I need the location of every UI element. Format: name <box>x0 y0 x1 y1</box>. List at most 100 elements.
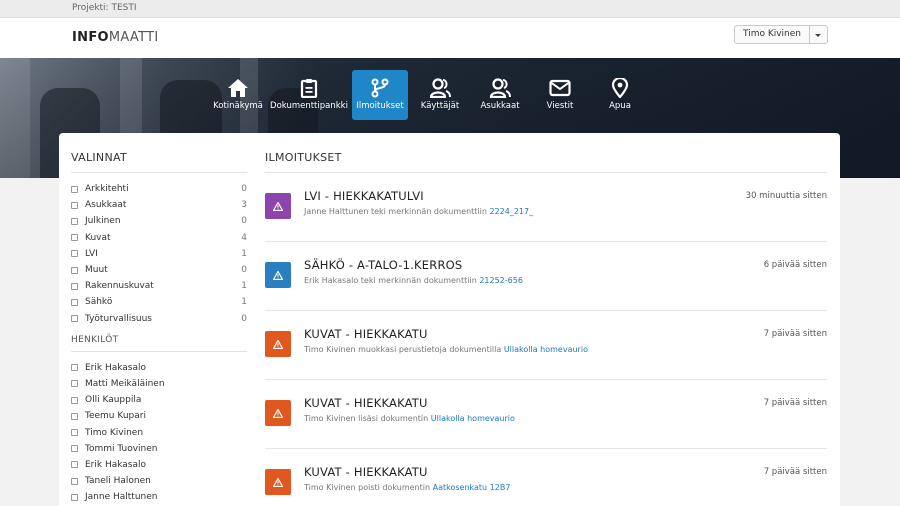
notification-time: 6 päivää sitten <box>763 260 827 270</box>
person-filter-item[interactable]: Janne Halttunen <box>71 489 247 505</box>
nav-viestit[interactable]: Viestit <box>532 70 588 120</box>
app-header: INFOMAATTI Timo Kivinen <box>0 18 900 58</box>
checkbox[interactable] <box>71 315 78 323</box>
filter-label: Sähkö <box>85 297 113 308</box>
user-name[interactable]: Timo Kivinen <box>735 26 810 43</box>
filter-label: Rakennuskuvat <box>85 281 154 292</box>
category-filter-item[interactable]: Työturvallisuus 0 <box>71 311 247 327</box>
checkbox[interactable] <box>71 185 78 193</box>
checkbox[interactable] <box>71 282 78 290</box>
nav-label: Viestit <box>546 101 574 111</box>
person-filter-item[interactable]: Tommi Tuovinen <box>71 441 247 457</box>
nav-asukkaat[interactable]: Asukkaat <box>472 70 528 120</box>
person-filter-item[interactable]: Taneli Halonen <box>71 473 247 489</box>
notification-item[interactable]: SÄHKÖ - A-TALO-1.KERROS Erik Hakasalo tek… <box>265 242 827 311</box>
nav-kayttajat[interactable]: Käyttäjät <box>412 70 468 120</box>
filter-count: 1 <box>241 297 247 308</box>
project-label: Projekti: TESTI <box>72 3 137 13</box>
checkbox[interactable] <box>71 477 78 485</box>
filter-count: 1 <box>241 281 247 292</box>
users-icon <box>429 78 451 98</box>
notification-title[interactable]: LVI - HIEKKAKATULVI <box>304 189 424 203</box>
notification-title[interactable]: KUVAT - HIEKKAKATU <box>304 396 428 410</box>
category-filter-list: Arkkitehti 0 Asukkaat 3 Julkinen 0 Kuvat 4 LVI 1 M… <box>71 181 247 327</box>
notification-title[interactable]: SÄHKÖ - A-TALO-1.KERROS <box>304 258 462 272</box>
category-filter-item[interactable]: Kuvat 4 <box>71 230 247 246</box>
filter-count: 1 <box>241 248 247 259</box>
person-name: Timo Kivinen <box>85 427 144 438</box>
logo-bold: INFO <box>72 30 109 45</box>
project-bar: Projekti: TESTI <box>0 0 900 18</box>
checkbox[interactable] <box>71 445 78 453</box>
document-link[interactable]: 2224_217_ <box>489 207 533 216</box>
notification-item[interactable]: LVI - HIEKKAKATULVI Janne Halttunen teki … <box>265 173 827 242</box>
notification-item[interactable]: KUVAT - HIEKKAKATU Timo Kivinen lisäsi do… <box>265 380 827 449</box>
filter-count: 0 <box>241 265 247 276</box>
checkbox[interactable] <box>71 412 78 420</box>
category-filter-item[interactable]: Asukkaat 3 <box>71 197 247 213</box>
category-filter-item[interactable]: Arkkitehti 0 <box>71 181 247 197</box>
notification-description: Janne Halttunen teki merkinnän dokumentt… <box>304 207 533 216</box>
filter-label: LVI <box>85 248 98 259</box>
category-filter-item[interactable]: Muut 0 <box>71 262 247 278</box>
filter-label: Arkkitehti <box>85 184 129 195</box>
nav-apua[interactable]: Apua <box>592 70 648 120</box>
person-filter-item[interactable]: Teemu Kupari <box>71 408 247 424</box>
logo-light: MAATTI <box>108 30 159 45</box>
warning-icon <box>265 400 291 426</box>
envelope-icon <box>549 79 571 97</box>
checkbox[interactable] <box>71 396 78 404</box>
person-name: Olli Kauppila <box>85 395 142 406</box>
person-name: Erik Hakasalo <box>85 459 147 470</box>
checkbox[interactable] <box>71 201 78 209</box>
filter-count: 0 <box>241 216 247 227</box>
person-filter-item[interactable]: Matti Meikäläinen <box>71 376 247 392</box>
notification-time: 7 päivää sitten <box>763 398 827 408</box>
notification-item[interactable]: KUVAT - HIEKKAKATU Timo Kivinen muokkasi … <box>265 311 827 380</box>
nav-label: Apua <box>609 101 631 111</box>
nav-ilmoitukset[interactable]: Ilmoitukset <box>352 70 408 120</box>
checkbox[interactable] <box>71 380 78 388</box>
checkbox[interactable] <box>71 217 78 225</box>
checkbox[interactable] <box>71 461 78 469</box>
category-filter-item[interactable]: Rakennuskuvat 1 <box>71 278 247 294</box>
notification-item[interactable]: KUVAT - HIEKKAKATU Timo Kivinen poisti do… <box>265 449 827 506</box>
notification-description: Timo Kivinen lisäsi dokumentin Ullakolla… <box>304 414 515 423</box>
content-card: VALINNAT Arkkitehti 0 Asukkaat 3 Julkinen 0 Ku… <box>59 133 840 506</box>
checkbox[interactable] <box>71 250 78 258</box>
notification-title[interactable]: KUVAT - HIEKKAKATU <box>304 465 428 479</box>
nav-kotinakyma[interactable]: Kotinäkymä <box>210 70 266 120</box>
checkbox[interactable] <box>71 234 78 242</box>
chevron-down-icon[interactable] <box>810 26 827 43</box>
checkbox[interactable] <box>71 493 78 501</box>
category-filter-item[interactable]: LVI 1 <box>71 246 247 262</box>
checkbox[interactable] <box>71 429 78 437</box>
checkbox[interactable] <box>71 364 78 372</box>
warning-icon <box>265 193 291 219</box>
notification-time: 30 minuuttia sitten <box>745 191 827 201</box>
filter-count: 3 <box>241 200 247 211</box>
document-link[interactable]: Ullakolla homevaurio <box>504 345 588 354</box>
notification-title[interactable]: KUVAT - HIEKKAKATU <box>304 327 428 341</box>
person-filter-item[interactable]: Olli Kauppila <box>71 392 247 408</box>
person-filter-item[interactable]: Erik Hakasalo <box>71 457 247 473</box>
notification-text: Timo Kivinen poisti dokumentin <box>304 483 431 492</box>
app-logo[interactable]: INFOMAATTI <box>72 30 159 45</box>
person-name: Matti Meikäläinen <box>85 378 165 389</box>
document-link[interactable]: 21252-656 <box>479 276 523 285</box>
filter-label: Julkinen <box>85 216 121 227</box>
persons-title: HENKILÖT <box>71 335 247 352</box>
nav-dokumenttipankki[interactable]: Dokumenttipankki <box>270 70 348 120</box>
category-filter-item[interactable]: Sähkö 1 <box>71 294 247 310</box>
notification-text: Erik Hakasalo teki merkinnän dokumenttii… <box>304 276 477 285</box>
document-link[interactable]: Ullakolla homevaurio <box>431 414 515 423</box>
nav-label: Asukkaat <box>480 101 520 111</box>
user-menu-button[interactable]: Timo Kivinen <box>733 25 828 44</box>
notification-description: Timo Kivinen muokkasi perustietoja dokum… <box>304 345 588 354</box>
person-filter-item[interactable]: Erik Hakasalo <box>71 360 247 376</box>
person-filter-item[interactable]: Timo Kivinen <box>71 424 247 440</box>
checkbox[interactable] <box>71 298 78 306</box>
category-filter-item[interactable]: Julkinen 0 <box>71 213 247 229</box>
document-link[interactable]: Aatkosenkatu 12B7 <box>433 483 511 492</box>
checkbox[interactable] <box>71 266 78 274</box>
